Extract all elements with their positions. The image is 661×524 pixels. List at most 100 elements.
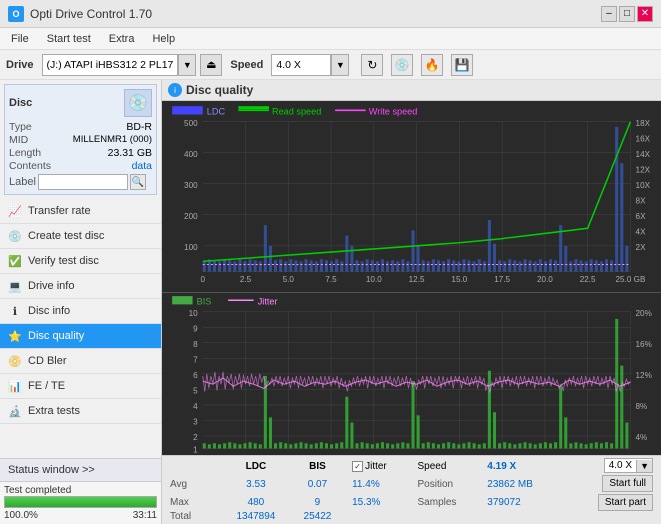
- start-part-button[interactable]: Start part: [598, 494, 653, 511]
- refresh-button[interactable]: ↻: [361, 54, 383, 76]
- disc-label-row: Label 🔍: [9, 174, 152, 190]
- svg-text:400: 400: [184, 150, 198, 159]
- svg-text:22.5: 22.5: [580, 275, 596, 284]
- maximize-button[interactable]: □: [619, 6, 635, 22]
- svg-text:2.5: 2.5: [240, 454, 252, 455]
- cd-bler-icon: 📀: [8, 354, 22, 368]
- label-action-button[interactable]: 🔍: [130, 174, 146, 190]
- samples-label: Samples: [414, 493, 484, 511]
- transfer-rate-icon: 📈: [8, 204, 22, 218]
- svg-text:12%: 12%: [636, 371, 652, 380]
- ldc-avg: 3.53: [221, 476, 291, 494]
- nav-disc-quality-label: Disc quality: [28, 330, 84, 342]
- top-chart: LDC Read speed Write speed: [162, 101, 661, 293]
- progress-bar: [4, 496, 157, 508]
- disc-panel-icon: 💿: [124, 89, 152, 117]
- menu-start-test[interactable]: Start test: [44, 32, 94, 46]
- menu-file[interactable]: File: [8, 32, 32, 46]
- svg-text:25.0 GB: 25.0 GB: [616, 275, 646, 284]
- burn-button[interactable]: 🔥: [421, 54, 443, 76]
- disc-button[interactable]: 💿: [391, 54, 413, 76]
- svg-text:20%: 20%: [636, 309, 652, 318]
- jitter-label: Jitter: [365, 461, 387, 472]
- charts-area: LDC Read speed Write speed: [162, 101, 661, 455]
- disc-quality-icon: ⭐: [8, 329, 22, 343]
- nav-verify-test-disc-label: Verify test disc: [28, 255, 99, 267]
- disc-type-row: Type BD-R: [9, 121, 152, 133]
- svg-text:9: 9: [193, 325, 198, 334]
- stats-table: LDC BIS ✓ Jitter Speed 4.19 X: [166, 458, 657, 522]
- nav-transfer-rate[interactable]: 📈 Transfer rate: [0, 199, 161, 224]
- bis-header: BIS: [291, 458, 344, 476]
- total-label: Total: [166, 511, 221, 522]
- menu-help[interactable]: Help: [149, 32, 178, 46]
- eject-button[interactable]: ⏏: [200, 54, 222, 76]
- drive-bar: Drive (J:) ATAPI iHBS312 2 PL17 ▼ ⏏ Spee…: [0, 50, 661, 80]
- svg-text:20.0: 20.0: [537, 454, 553, 455]
- svg-text:3: 3: [193, 418, 198, 427]
- start-full-button[interactable]: Start full: [602, 475, 653, 492]
- stats-bar: LDC BIS ✓ Jitter Speed 4.19 X: [162, 455, 661, 524]
- speed-select[interactable]: 4.0 X: [271, 54, 331, 76]
- nav-disc-info-label: Disc info: [28, 305, 70, 317]
- svg-text:10: 10: [189, 309, 198, 318]
- save-button[interactable]: 💾: [451, 54, 473, 76]
- svg-text:0: 0: [200, 275, 205, 284]
- svg-text:10X: 10X: [636, 181, 651, 190]
- ldc-total: 1347894: [221, 511, 291, 522]
- svg-text:100: 100: [184, 243, 198, 252]
- status-text: Test completed: [4, 485, 71, 496]
- svg-text:4X: 4X: [636, 227, 646, 236]
- progress-fill: [5, 497, 156, 507]
- label-input[interactable]: [38, 174, 128, 190]
- nav-disc-info[interactable]: ℹ Disc info: [0, 299, 161, 324]
- nav-fe-te[interactable]: 📊 FE / TE: [0, 374, 161, 399]
- jitter-checkbox[interactable]: ✓: [352, 461, 363, 472]
- bis-max: 9: [291, 493, 344, 511]
- nav-extra-tests-label: Extra tests: [28, 405, 80, 417]
- nav-verify-test-disc[interactable]: ✅ Verify test disc: [0, 249, 161, 274]
- status-window-button[interactable]: Status window >>: [0, 459, 161, 482]
- progress-percent: 100.0%: [4, 510, 38, 521]
- nav-disc-quality[interactable]: ⭐ Disc quality: [0, 324, 161, 349]
- nav-cd-bler[interactable]: 📀 CD Bler: [0, 349, 161, 374]
- jitter-checkbox-row: ✓ Jitter: [352, 461, 409, 472]
- svg-text:0: 0: [200, 454, 205, 455]
- svg-text:12X: 12X: [636, 165, 651, 174]
- svg-text:20.0: 20.0: [537, 275, 553, 284]
- svg-text:8%: 8%: [636, 402, 648, 411]
- chart-title-icon: i: [168, 83, 182, 97]
- progress-area: Test completed 100.0% 33:11: [0, 482, 161, 524]
- nav-create-test-disc[interactable]: 💿 Create test disc: [0, 224, 161, 249]
- drive-select-arrow[interactable]: ▼: [178, 54, 196, 76]
- jitter-avg: 11.4%: [344, 476, 413, 494]
- drive-info-icon: 💻: [8, 279, 22, 293]
- close-button[interactable]: ✕: [637, 6, 653, 22]
- svg-text:5: 5: [193, 387, 198, 396]
- nav-extra-tests[interactable]: 🔬 Extra tests: [0, 399, 161, 424]
- svg-text:15.0: 15.0: [451, 454, 467, 455]
- samples-value: 379072: [483, 493, 563, 511]
- svg-text:Jitter: Jitter: [258, 297, 278, 307]
- speed-dropdown-arrow[interactable]: ▼: [636, 460, 652, 472]
- speed-arrow[interactable]: ▼: [331, 54, 349, 76]
- svg-text:LDC: LDC: [207, 106, 226, 116]
- status-section: Status window >> Test completed 100.0% 3…: [0, 458, 161, 524]
- menu-extra[interactable]: Extra: [106, 32, 138, 46]
- max-label: Max: [166, 493, 221, 511]
- fe-te-icon: 📊: [8, 379, 22, 393]
- svg-text:2X: 2X: [636, 243, 646, 252]
- nav-create-test-disc-label: Create test disc: [28, 230, 104, 242]
- svg-text:Read speed: Read speed: [272, 106, 321, 116]
- disc-info-icon: ℹ: [8, 304, 22, 318]
- svg-text:10.0: 10.0: [366, 454, 382, 455]
- drive-select[interactable]: (J:) ATAPI iHBS312 2 PL17: [42, 54, 179, 76]
- svg-text:5.0: 5.0: [283, 275, 295, 284]
- nav-drive-info[interactable]: 💻 Drive info: [0, 274, 161, 299]
- status-text-row: Test completed: [4, 485, 157, 496]
- extra-tests-icon: 🔬: [8, 404, 22, 418]
- chart-title: Disc quality: [186, 83, 253, 97]
- minimize-button[interactable]: –: [601, 6, 617, 22]
- svg-text:6X: 6X: [636, 212, 646, 221]
- verify-test-disc-icon: ✅: [8, 254, 22, 268]
